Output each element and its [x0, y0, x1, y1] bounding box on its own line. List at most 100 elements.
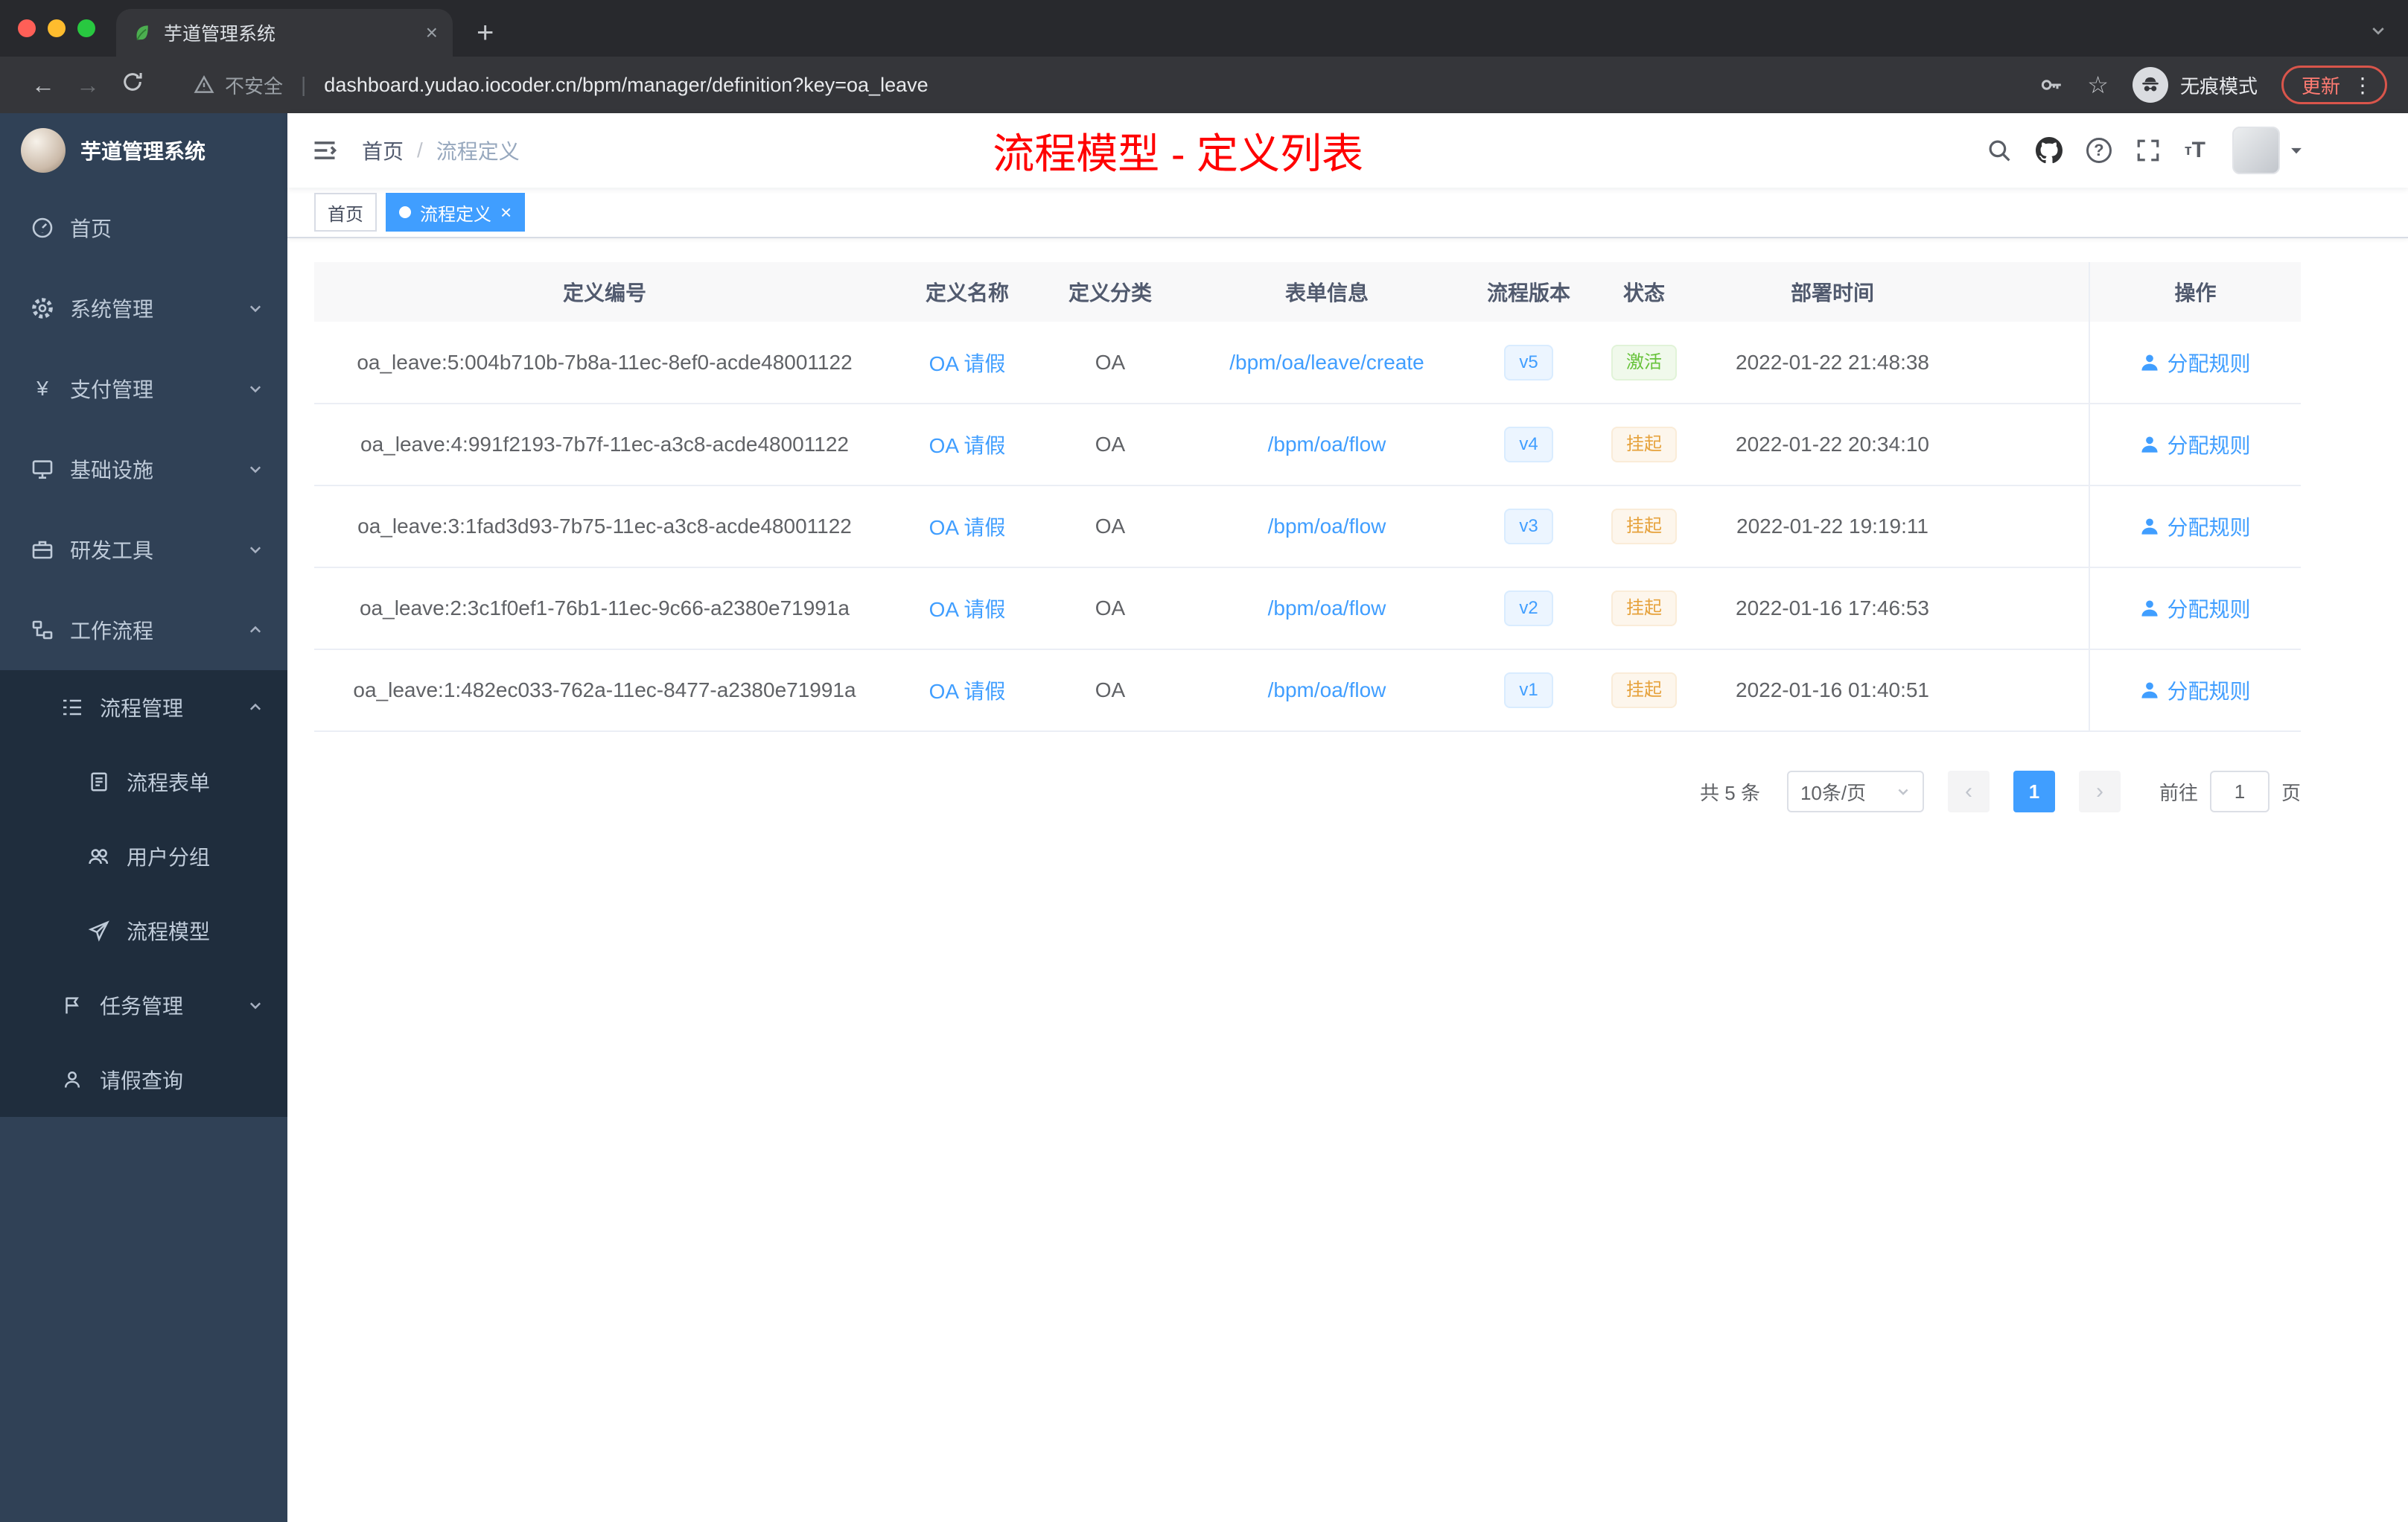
sidebar-item-task-management[interactable]: 任务管理 — [0, 968, 287, 1042]
fullscreen-icon[interactable] — [2135, 138, 2161, 163]
sidebar-item-process-model[interactable]: 流程模型 — [0, 894, 287, 968]
font-size-icon[interactable]: тT — [2185, 138, 2205, 163]
user-icon — [60, 1069, 85, 1091]
divider: | — [301, 73, 307, 96]
status-tag: 挂起 — [1611, 427, 1677, 462]
browser-toolbar: ← → 不安全 | dashboard.yudao.iocoder.cn/bpm… — [0, 57, 2408, 113]
col-header-action: 操作 — [2089, 262, 2301, 322]
chevron-down-icon — [247, 300, 264, 316]
tab-search-chevron-icon[interactable] — [2369, 18, 2387, 45]
zoom-window-button[interactable] — [77, 19, 95, 37]
goto-label: 前往 — [2159, 781, 2198, 804]
breadcrumb-home[interactable]: 首页 — [362, 136, 404, 165]
definition-name-link[interactable]: OA 请假 — [929, 516, 1006, 539]
sidebar-item-user-group[interactable]: 用户分组 — [0, 819, 287, 894]
assign-rule-button[interactable]: 分配规则 — [2140, 593, 2251, 623]
sidebar-item-devtools[interactable]: 研发工具 — [0, 509, 287, 590]
user-icon — [2141, 600, 2159, 617]
sidebar-item-label: 用户分组 — [127, 846, 211, 869]
definition-name-link[interactable]: OA 请假 — [929, 680, 1006, 703]
tag-home[interactable]: 首页 — [314, 193, 377, 232]
assign-rule-button[interactable]: 分配规则 — [2140, 675, 2251, 705]
cell-filler — [1961, 404, 2089, 486]
table-row: oa_leave:5:004b710b-7b8a-11ec-8ef0-acde4… — [314, 322, 2301, 404]
search-icon[interactable] — [1987, 138, 2012, 163]
sidebar-item-label: 工作流程 — [70, 620, 154, 643]
sidebar-item-home[interactable]: 首页 — [0, 188, 287, 268]
sidebar-item-system[interactable]: 系统管理 — [0, 268, 287, 348]
close-window-button[interactable] — [18, 19, 36, 37]
definition-name-link[interactable]: OA 请假 — [929, 598, 1006, 621]
status-tag: 挂起 — [1611, 590, 1677, 626]
chrome-update-button[interactable]: 更新 ⋮ — [2281, 66, 2387, 104]
sidebar-item-leave-query[interactable]: 请假查询 — [0, 1042, 287, 1117]
definition-table: 定义编号 定义名称 定义分类 表单信息 流程版本 状态 部署时间 操作 oa_l… — [314, 262, 2301, 732]
incognito-icon — [2132, 67, 2168, 103]
new-tab-button[interactable]: + — [477, 18, 494, 48]
workflow-submenu: 流程管理 流程表单 用户分组 流程模型 任务管理 请假查询 — [0, 670, 287, 1117]
definition-name-link[interactable]: OA 请假 — [929, 352, 1006, 375]
help-icon[interactable]: ? — [2086, 138, 2112, 163]
user-icon — [2141, 354, 2159, 371]
cell-deploy-time: 2022-01-16 17:46:53 — [1704, 567, 1961, 650]
tab-close-icon[interactable]: × — [426, 22, 438, 43]
password-key-icon[interactable] — [2039, 73, 2063, 97]
minimize-window-button[interactable] — [48, 19, 66, 37]
back-button[interactable]: ← — [21, 71, 66, 99]
flag-icon — [60, 994, 85, 1016]
version-tag: v2 — [1504, 590, 1553, 626]
tag-process-definition[interactable]: 流程定义 × — [386, 193, 526, 232]
sidebar-item-payment[interactable]: ¥ 支付管理 — [0, 348, 287, 429]
security-status[interactable]: 不安全 — [194, 71, 283, 99]
browser-menu-kebab-icon[interactable]: ⋮ — [2348, 73, 2377, 98]
form-link[interactable]: /bpm/oa/flow — [1268, 433, 1386, 456]
top-navbar: 首页 / 流程定义 流程模型 - 定义列表 ? тT — [287, 113, 2408, 188]
cell-deploy-time: 2022-01-16 01:40:51 — [1704, 649, 1961, 732]
prev-page-button[interactable]: ‹ — [1947, 771, 1990, 812]
sidebar-item-process-management[interactable]: 流程管理 — [0, 670, 287, 745]
sidebar-item-label: 任务管理 — [100, 995, 184, 1018]
form-link[interactable]: /bpm/oa/flow — [1268, 515, 1386, 538]
form-link[interactable]: /bpm/oa/leave/create — [1229, 351, 1424, 374]
chevron-down-icon — [247, 541, 264, 558]
sidebar-toggle-icon[interactable] — [311, 137, 338, 164]
page-goto-input[interactable] — [2209, 771, 2270, 812]
bookmark-star-icon[interactable]: ☆ — [2087, 71, 2109, 99]
goto-page: 前往 页 — [2159, 771, 2301, 812]
sidebar-item-label: 流程表单 — [127, 771, 211, 795]
navbar-actions: ? тT — [1987, 127, 2304, 174]
paper-plane-icon — [86, 920, 112, 942]
sidebar-logo[interactable]: 芋道管理系统 — [0, 113, 287, 188]
next-page-button[interactable]: › — [2078, 771, 2121, 812]
assign-rule-button[interactable]: 分配规则 — [2140, 348, 2251, 378]
assign-rule-button[interactable]: 分配规则 — [2140, 512, 2251, 541]
cell-filler — [1961, 485, 2089, 568]
version-tag: v4 — [1504, 427, 1553, 462]
sidebar-item-label: 研发工具 — [70, 539, 154, 562]
user-icon — [2141, 682, 2159, 698]
sidebar-item-workflow[interactable]: 工作流程 — [0, 590, 287, 670]
tag-close-icon[interactable]: × — [500, 203, 512, 222]
github-icon[interactable] — [2035, 137, 2063, 164]
col-header-form: 表单信息 — [1181, 262, 1473, 322]
address-bar[interactable]: dashboard.yudao.iocoder.cn/bpm/manager/d… — [324, 74, 2022, 97]
form-link[interactable]: /bpm/oa/flow — [1268, 596, 1386, 620]
sidebar-item-label: 流程模型 — [127, 920, 211, 943]
browser-tab[interactable]: 芋道管理系统 × — [116, 9, 453, 57]
chevron-down-icon — [247, 461, 264, 477]
sidebar-item-label: 支付管理 — [70, 378, 154, 401]
current-page-button[interactable]: 1 — [2013, 771, 2055, 812]
sidebar-item-infrastructure[interactable]: 基础设施 — [0, 429, 287, 509]
list-tree-icon — [60, 695, 85, 719]
page-size-select[interactable]: 10条/页 — [1786, 771, 1924, 812]
cell-filler — [1961, 567, 2089, 650]
form-link[interactable]: /bpm/oa/flow — [1268, 678, 1386, 701]
sidebar-item-process-form[interactable]: 流程表单 — [0, 745, 287, 819]
reload-button[interactable] — [110, 71, 155, 99]
user-avatar-menu[interactable] — [2232, 127, 2304, 174]
toolbar-right: ☆ 无痕模式 更新 ⋮ — [2039, 66, 2387, 104]
forward-button[interactable]: → — [66, 71, 110, 99]
incognito-badge: 无痕模式 — [2132, 67, 2258, 103]
definition-name-link[interactable]: OA 请假 — [929, 434, 1006, 457]
assign-rule-button[interactable]: 分配规则 — [2140, 430, 2251, 459]
